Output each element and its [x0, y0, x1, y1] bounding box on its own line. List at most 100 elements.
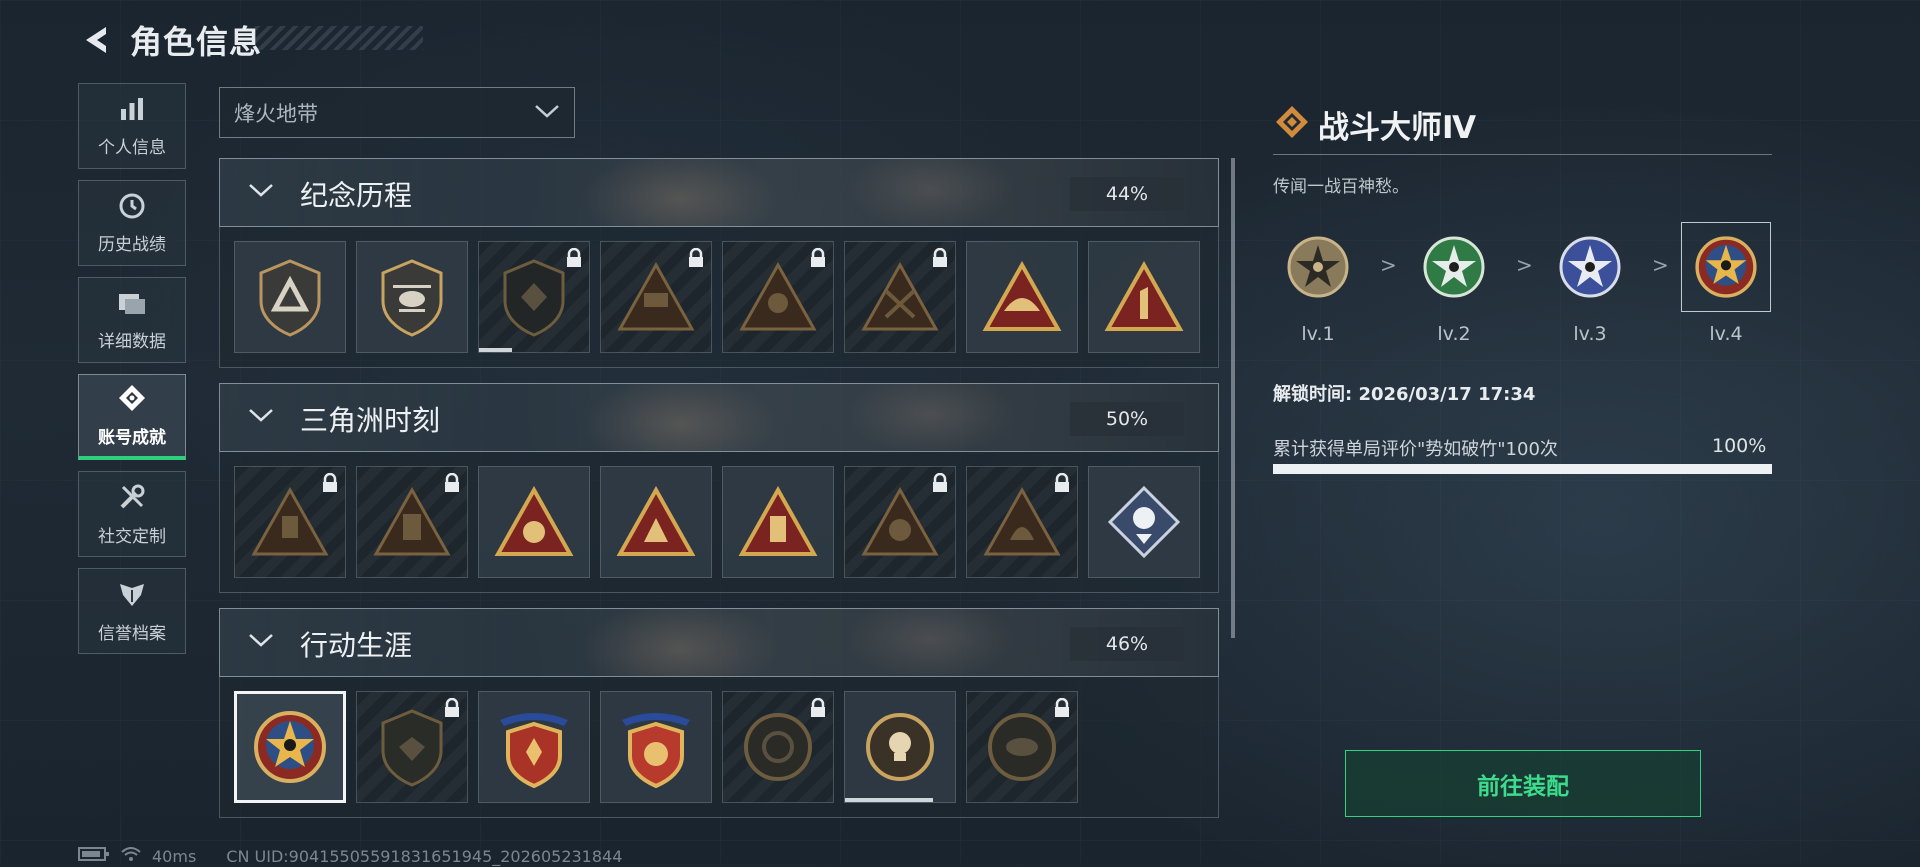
badge-item[interactable]: [844, 691, 956, 803]
green-star-badge-icon: [1423, 236, 1485, 298]
section-percent: 46%: [1070, 627, 1184, 661]
triangle-badge-icon: [861, 261, 939, 331]
badge-progress: [845, 798, 933, 802]
chevron-down-icon: [248, 631, 274, 653]
folder-icon: [117, 289, 147, 321]
badge-item[interactable]: [234, 466, 346, 578]
lock-icon: [809, 697, 827, 722]
lock-icon: [1053, 472, 1071, 497]
bronze-star-badge-icon: [1287, 236, 1349, 298]
badge-item[interactable]: [1088, 466, 1200, 578]
badge-item[interactable]: [600, 241, 712, 353]
triangle-badge-icon: [738, 486, 818, 556]
rose-diamond-badge-icon: [1107, 485, 1181, 559]
triangle-badge-icon: [982, 261, 1062, 331]
badge-item[interactable]: [966, 241, 1078, 353]
nav-item-achievements[interactable]: 账号成就: [78, 374, 186, 460]
badge-item[interactable]: [844, 241, 956, 353]
badge-item[interactable]: [356, 466, 468, 578]
round-badge-icon: [744, 713, 812, 781]
tools-icon: [117, 482, 147, 516]
lock-icon: [321, 472, 339, 497]
section-header[interactable]: 纪念历程 44%: [219, 158, 1219, 227]
unlock-time: 解锁时间: 2026/03/17 17:34: [1273, 384, 1536, 405]
badge-item[interactable]: [966, 466, 1078, 578]
section-memorial: 纪念历程 44%: [219, 158, 1219, 368]
badge-item[interactable]: [844, 466, 956, 578]
back-arrow-icon[interactable]: [78, 23, 112, 57]
achievement-title: 战斗大师Ⅳ: [1318, 110, 1477, 146]
arrow-separator: >: [1516, 253, 1533, 277]
list-scrollbar[interactable]: [1231, 158, 1235, 638]
badge-item[interactable]: [600, 691, 712, 803]
task-progress-bar: [1273, 464, 1772, 474]
achievement-list: 纪念历程 44% 三角洲时刻 50% 行动生涯 46%: [219, 158, 1219, 818]
badge-item[interactable]: [356, 241, 468, 353]
page-title: 角色信息: [130, 23, 263, 61]
nav-label: 社交定制: [98, 526, 166, 547]
helicopter-badge-icon: [381, 259, 443, 337]
achievement-icon: [117, 383, 147, 417]
level-badge-3[interactable]: [1545, 222, 1635, 312]
level-label: lv.4: [1709, 323, 1743, 345]
nav-item-detail-data[interactable]: 详细数据: [78, 277, 186, 363]
level-badge-2[interactable]: [1409, 222, 1499, 312]
lock-icon: [443, 472, 461, 497]
go-equip-button[interactable]: 前往装配: [1345, 750, 1701, 817]
badge-item[interactable]: [966, 691, 1078, 803]
level-badge-1[interactable]: [1273, 222, 1363, 312]
lock-icon: [443, 697, 461, 722]
nav-item-social-custom[interactable]: 社交定制: [78, 471, 186, 557]
badge-item[interactable]: [722, 241, 834, 353]
lock-icon: [809, 247, 827, 272]
battery-icon: [78, 846, 110, 866]
triangle-badge-icon: [373, 486, 451, 556]
badge-item[interactable]: [478, 466, 590, 578]
achievement-diamond-icon: [1275, 105, 1309, 143]
level-label: lv.2: [1437, 323, 1471, 345]
side-nav: 个人信息 历史战绩 详细数据 账号成就 社交定制 信誉档案: [78, 83, 188, 665]
triangle-badge-icon: [616, 486, 696, 556]
section-header[interactable]: 三角洲时刻 50%: [219, 383, 1219, 452]
triangle-badge-icon: [861, 486, 939, 556]
level-label: lv.3: [1573, 323, 1607, 345]
nav-item-history[interactable]: 历史战绩: [78, 180, 186, 266]
mode-select-value: 烽火地带: [234, 101, 318, 126]
badge-item-selected[interactable]: [234, 691, 346, 803]
star-shield-badge-icon: [622, 713, 690, 789]
section-title: 行动生涯: [300, 629, 413, 662]
nav-label: 信誉档案: [98, 623, 166, 644]
mode-select[interactable]: 烽火地带: [219, 87, 575, 138]
triangle-badge-icon: [617, 261, 695, 331]
level-label: lv.1: [1301, 323, 1335, 345]
lock-icon: [565, 247, 583, 272]
arrow-separator: >: [1652, 253, 1669, 277]
triangle-badge-icon: [1104, 261, 1184, 331]
badge-progress: [479, 348, 512, 352]
bar-chart-icon: [118, 95, 146, 127]
arrow-separator: >: [1380, 253, 1397, 277]
badge-item[interactable]: [478, 691, 590, 803]
triangle-badge-icon: [983, 486, 1061, 556]
badge-item[interactable]: [600, 466, 712, 578]
section-header[interactable]: 行动生涯 46%: [219, 608, 1219, 677]
level-badge-4[interactable]: [1681, 222, 1771, 312]
task-percent: 100%: [1712, 435, 1767, 457]
divider: [1273, 154, 1772, 155]
badge-item[interactable]: [722, 466, 834, 578]
nav-label: 账号成就: [98, 428, 166, 448]
badge-item[interactable]: [722, 691, 834, 803]
badge-item[interactable]: [478, 241, 590, 353]
section-title: 三角洲时刻: [300, 404, 441, 437]
combat-master-badge-icon: [1695, 236, 1757, 298]
nav-label: 历史战绩: [98, 234, 166, 255]
nav-label: 详细数据: [98, 331, 166, 352]
badge-item[interactable]: [356, 691, 468, 803]
blue-star-badge-icon: [1559, 236, 1621, 298]
badge-item[interactable]: [234, 241, 346, 353]
shield-badge-icon: [503, 259, 565, 337]
badge-item[interactable]: [1088, 241, 1200, 353]
nav-item-personal-info[interactable]: 个人信息: [78, 83, 186, 169]
nav-item-credit-record[interactable]: 信誉档案: [78, 568, 186, 654]
ping-value: 40ms: [152, 846, 197, 866]
